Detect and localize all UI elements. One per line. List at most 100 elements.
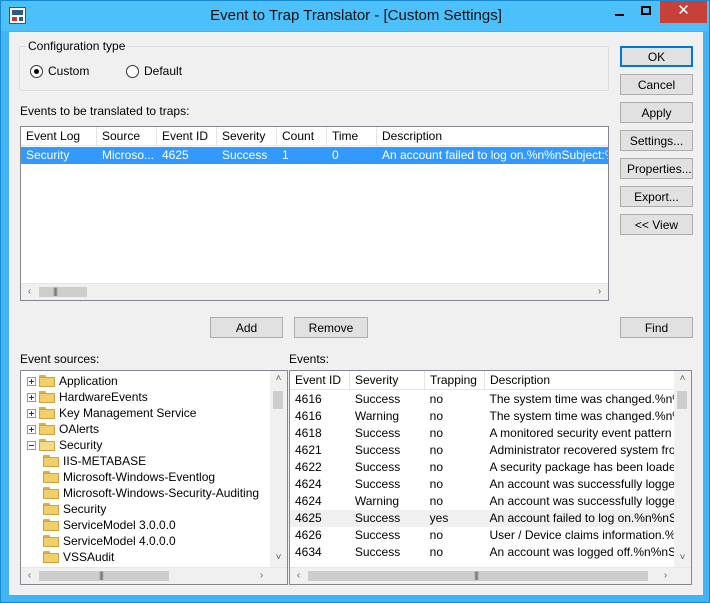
- tree-vscrollbar[interactable]: ˄ ˅: [270, 371, 287, 567]
- col-description[interactable]: Description: [485, 371, 675, 390]
- folder-icon: [43, 551, 59, 563]
- tree-item[interactable]: Security: [43, 501, 106, 517]
- col-severity[interactable]: Severity: [217, 127, 277, 146]
- default-radio-indicator[interactable]: [126, 64, 139, 78]
- tree-item-label: Microsoft-Windows-Eventlog: [63, 470, 216, 484]
- scroll-left-icon[interactable]: ‹: [21, 284, 38, 300]
- cell-severity: Success: [354, 477, 401, 491]
- minimize-button[interactable]: [606, 1, 632, 23]
- cancel-button[interactable]: Cancel: [620, 74, 693, 95]
- ok-button[interactable]: OK: [620, 46, 693, 67]
- tree-hscrollbar[interactable]: ‹ ||| ›: [21, 567, 287, 584]
- scroll-right-icon[interactable]: ›: [657, 568, 674, 584]
- folder-icon: [39, 407, 55, 419]
- col-event-id[interactable]: Event ID: [290, 371, 350, 390]
- hscroll-thumb[interactable]: [39, 287, 87, 297]
- table-row[interactable]: 4634 Success no An account was logged off.%…: [290, 544, 674, 561]
- table-row[interactable]: 4624 Success no An account was successfully…: [290, 476, 674, 493]
- main-window: Event to Trap Translator - [Custom Setti…: [0, 0, 710, 603]
- scroll-left-icon[interactable]: ‹: [21, 568, 38, 584]
- scroll-up-icon[interactable]: ˄: [674, 371, 691, 388]
- table-row[interactable]: 4626 Success no User / Device claims inform…: [290, 527, 674, 544]
- event-sources-tree[interactable]: Application HardwareEvents Key Management …: [20, 370, 288, 585]
- cell-count: 1: [282, 148, 289, 162]
- table-row[interactable]: 4616 Success no The system time was changed…: [290, 391, 674, 408]
- tree-item[interactable]: HardwareEvents: [27, 389, 148, 405]
- expand-icon[interactable]: [27, 392, 36, 402]
- events-vscrollbar[interactable]: ˄ ˅: [674, 371, 691, 567]
- cell-event-id: 4624: [295, 477, 322, 491]
- tree-item[interactable]: IIS-METABASE: [43, 453, 146, 469]
- scroll-up-icon[interactable]: ˄: [270, 371, 287, 388]
- view-button[interactable]: << View: [620, 214, 693, 235]
- maximize-button[interactable]: [633, 1, 659, 23]
- cell-description: Administrator recovered system from Cras…: [489, 443, 675, 457]
- col-trapping[interactable]: Trapping: [425, 371, 485, 390]
- expand-icon[interactable]: [27, 424, 36, 434]
- cell-description: An account was successfully logged on: [489, 477, 675, 491]
- table-row[interactable]: 4616 Warning no The system time was changed…: [290, 408, 674, 425]
- tree-item-label: ServiceModel 4.0.0.0: [63, 534, 176, 548]
- custom-radio[interactable]: Custom: [30, 64, 89, 78]
- cell-description: The system time was changed.%n%nSubject:: [489, 392, 675, 406]
- col-time[interactable]: Time: [327, 127, 377, 146]
- col-event-id[interactable]: Event ID: [157, 127, 217, 146]
- settings-button[interactable]: Settings...: [620, 130, 693, 151]
- col-count[interactable]: Count: [277, 127, 327, 146]
- cell-event-id: 4616: [295, 392, 322, 406]
- expand-icon[interactable]: [27, 376, 36, 386]
- tree-vscroll-thumb[interactable]: [273, 391, 283, 409]
- event-sources-label: Event sources:: [20, 352, 100, 366]
- add-button[interactable]: Add: [210, 317, 283, 338]
- tree-item[interactable]: Microsoft-Windows-Security-Auditing: [43, 485, 259, 501]
- table-row[interactable]: 4624 Warning no An account was successfully…: [290, 493, 674, 510]
- folder-icon: [39, 423, 55, 435]
- tree-item[interactable]: Key Management Service: [27, 405, 196, 421]
- tree-item[interactable]: ServiceModel 3.0.0.0: [43, 517, 176, 533]
- scroll-left-icon[interactable]: ‹: [290, 568, 307, 584]
- apply-button[interactable]: Apply: [620, 102, 693, 123]
- expand-icon[interactable]: [27, 408, 36, 418]
- events-hscrollbar[interactable]: ‹ ||| ›: [290, 567, 691, 584]
- translated-hscrollbar[interactable]: ‹ ||| ›: [21, 283, 608, 300]
- default-radio[interactable]: Default: [126, 64, 182, 78]
- col-severity[interactable]: Severity: [350, 371, 425, 390]
- col-description[interactable]: Description: [377, 127, 608, 146]
- scroll-right-icon[interactable]: ›: [591, 284, 608, 300]
- col-source[interactable]: Source: [97, 127, 157, 146]
- translated-events-list[interactable]: Event Log Source Event ID Severity Count…: [20, 126, 609, 301]
- close-button[interactable]: ✕: [660, 1, 707, 23]
- tree-hscroll-thumb[interactable]: [39, 571, 169, 581]
- table-row[interactable]: 4625 Success yes An account failed to log o…: [290, 510, 674, 527]
- collapse-icon[interactable]: [27, 440, 36, 450]
- scroll-down-icon[interactable]: ˅: [270, 550, 287, 567]
- find-button[interactable]: Find: [620, 317, 693, 338]
- export-button[interactable]: Export...: [620, 186, 693, 207]
- properties-button[interactable]: Properties...: [620, 158, 693, 179]
- custom-radio-indicator[interactable]: [30, 64, 43, 78]
- cell-event-log: Security: [26, 148, 70, 162]
- col-event-log[interactable]: Event Log: [21, 127, 97, 146]
- remove-button[interactable]: Remove: [294, 317, 368, 338]
- tree-item[interactable]: Security: [27, 437, 102, 453]
- table-row[interactable]: Security Microso... 4625 Success 1 0 An …: [21, 147, 608, 164]
- scroll-right-icon[interactable]: ›: [253, 568, 270, 584]
- events-vscroll-thumb[interactable]: [677, 391, 687, 409]
- events-list[interactable]: Event ID Severity Trapping Description 4…: [289, 370, 692, 585]
- tree-item-label: IIS-METABASE: [63, 454, 147, 468]
- cell-description: User / Device claims information.%n%nSub…: [489, 528, 675, 542]
- table-row[interactable]: 4621 Success no Administrator recovered sys…: [290, 442, 674, 459]
- title-bar[interactable]: Event to Trap Translator - [Custom Setti…: [1, 1, 709, 31]
- table-row[interactable]: 4622 Success no A security package has been…: [290, 459, 674, 476]
- tree-item[interactable]: VSSAudit: [43, 549, 114, 565]
- minimize-icon: [615, 14, 624, 16]
- tree-item[interactable]: Microsoft-Windows-Eventlog: [43, 469, 215, 485]
- custom-radio-label: Custom: [48, 64, 90, 78]
- cell-severity: Success: [354, 528, 401, 542]
- tree-item[interactable]: Application: [27, 373, 118, 389]
- table-row[interactable]: 4618 Success no A monitored security event …: [290, 425, 674, 442]
- scroll-down-icon[interactable]: ˅: [674, 550, 691, 567]
- tree-item[interactable]: OAlerts: [27, 421, 99, 437]
- events-translated-label: Events to be translated to traps:: [20, 104, 190, 118]
- tree-item[interactable]: ServiceModel 4.0.0.0: [43, 533, 176, 549]
